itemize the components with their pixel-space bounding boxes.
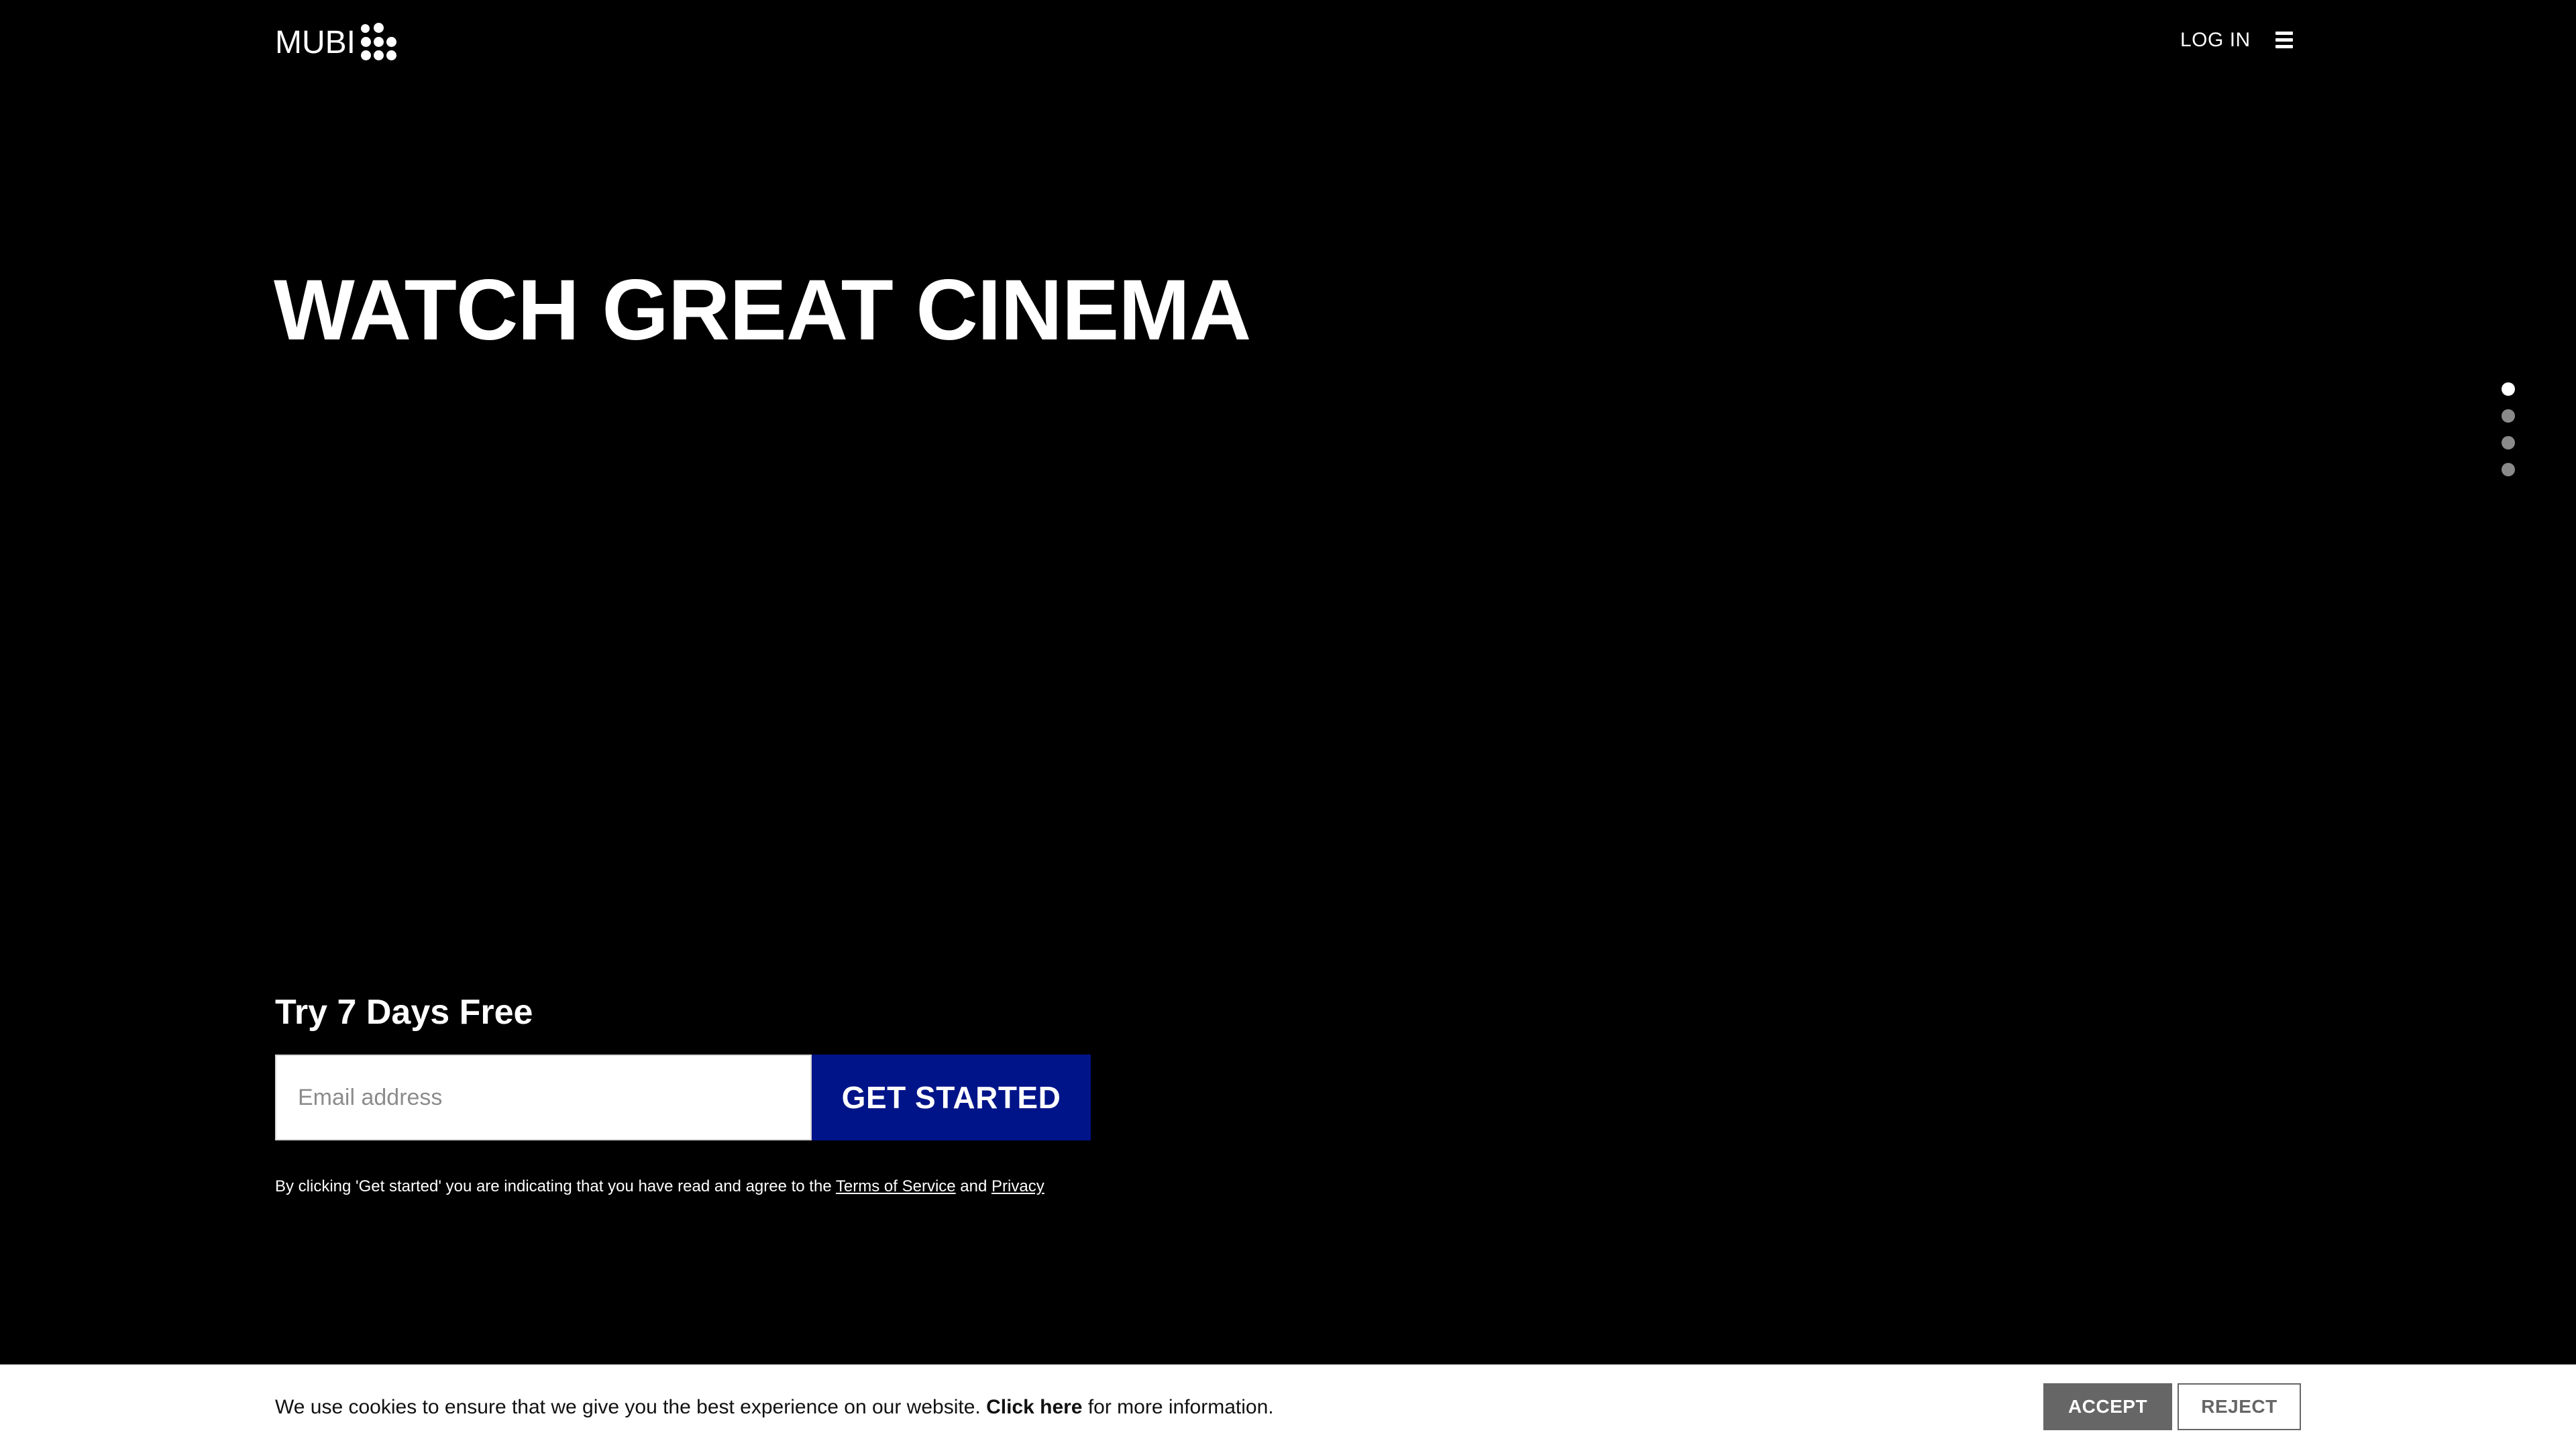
page: MUBI LOG IN WATCH GREAT CINEMA Try 7 Day…	[0, 0, 2576, 1449]
hamburger-menu-icon[interactable]	[2275, 32, 2293, 50]
reject-cookies-button[interactable]: REJECT	[2178, 1383, 2301, 1430]
mubi-logo[interactable]: MUBI	[275, 23, 397, 62]
slide-dot-1[interactable]	[2502, 382, 2515, 396]
terms-of-service-link[interactable]: Terms of Service	[836, 1177, 956, 1195]
slide-dot-2[interactable]	[2502, 409, 2515, 423]
signup-form: GET STARTED	[275, 1055, 1091, 1140]
cookie-banner: We use cookies to ensure that we give yo…	[0, 1364, 2576, 1449]
accept-cookies-button[interactable]: ACCEPT	[2043, 1383, 2172, 1430]
email-input[interactable]	[275, 1055, 812, 1140]
cookie-text: We use cookies to ensure that we give yo…	[275, 1396, 987, 1418]
slide-dot-4[interactable]	[2502, 463, 2515, 476]
legal-and-text: and	[955, 1177, 992, 1195]
legal-text: By clicking 'Get started' you are indica…	[275, 1177, 836, 1195]
logo-dots-icon	[361, 23, 397, 62]
trial-title: Try 7 Days Free	[275, 993, 533, 1032]
slide-pagination	[2502, 382, 2516, 490]
logo-wordmark: MUBI	[275, 25, 356, 60]
cookie-text-suffix: for more information.	[1082, 1396, 1274, 1418]
cookie-info-link[interactable]: Click here	[986, 1396, 1082, 1418]
hero-title: WATCH GREAT CINEMA	[274, 262, 1251, 358]
login-link[interactable]: LOG IN	[2180, 28, 2251, 52]
legal-notice: By clicking 'Get started' you are indica…	[275, 1175, 1044, 1198]
get-started-button[interactable]: GET STARTED	[812, 1055, 1091, 1140]
slide-dot-3[interactable]	[2502, 436, 2515, 449]
cookie-message: We use cookies to ensure that we give yo…	[275, 1394, 1274, 1421]
privacy-link[interactable]: Privacy	[991, 1177, 1044, 1195]
